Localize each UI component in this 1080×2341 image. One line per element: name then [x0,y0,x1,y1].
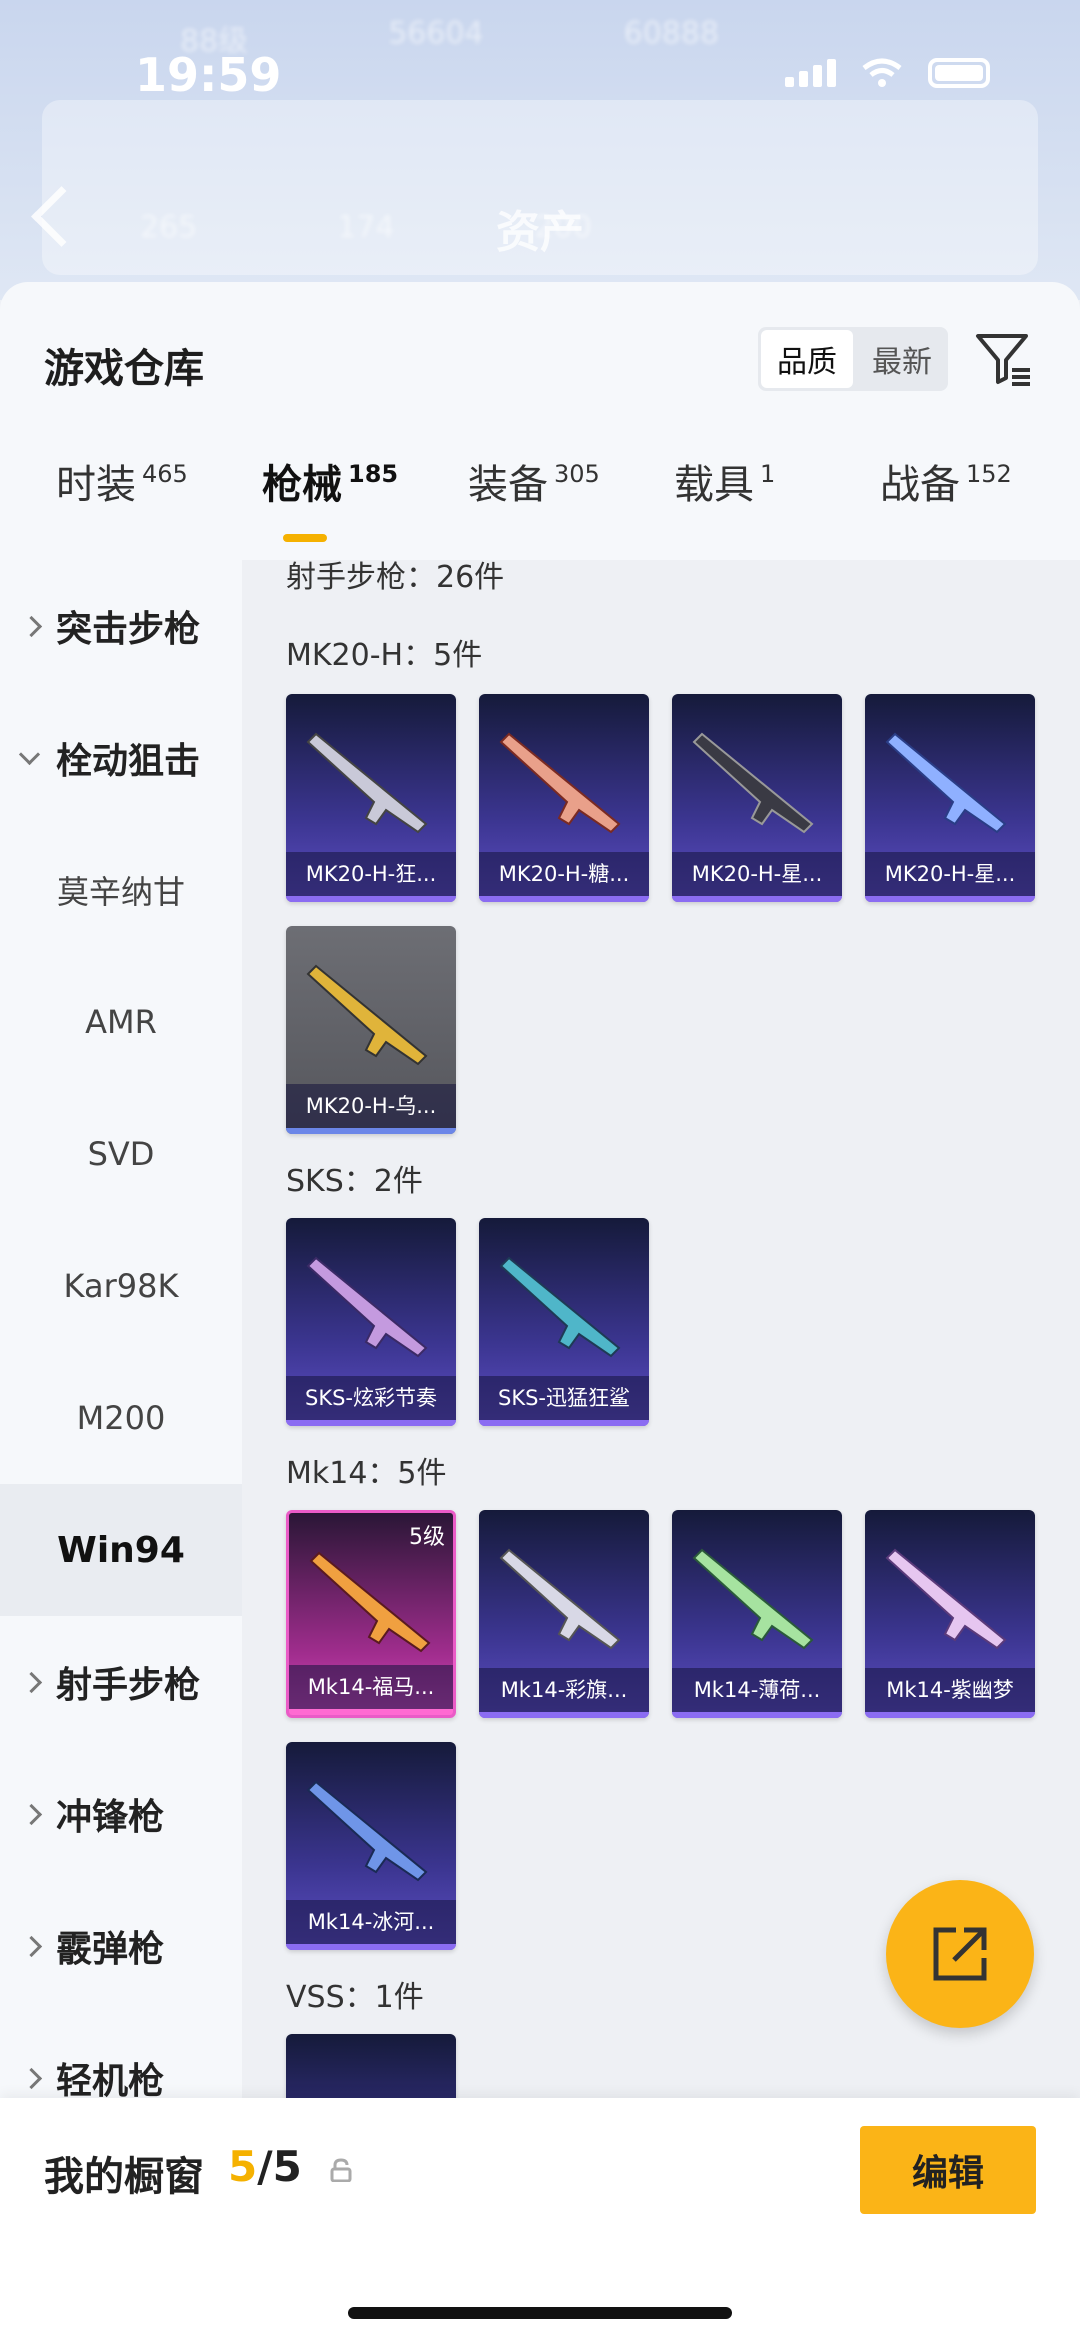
sort-latest-button[interactable]: 最新 [856,327,948,391]
page-title-blurred: 资产 [496,207,584,258]
rifle-icon [306,1256,428,1358]
lock-icon [330,2158,352,2182]
tab-equipment[interactable]: 装备 305 [468,452,600,510]
skin-card[interactable]: Mk14-薄荷... [672,1510,842,1718]
skin-card[interactable]: MK20-H-星... [672,694,842,902]
showcase-count: 5/5 [228,2142,302,2191]
tab-firearms[interactable]: 枪械 185 [262,452,398,510]
skin-card[interactable]: Mk14-紫幽梦 [865,1510,1035,1718]
skin-name: SKS-迅猛狂鲨 [479,1376,649,1420]
skin-name: Mk14-冰河... [286,1900,456,1944]
section-header: 射手步枪：26件 [286,560,505,595]
active-tab-indicator [283,534,327,542]
showcase-count-max: 5 [272,2142,302,2191]
sort-quality-button[interactable]: 品质 [761,330,853,388]
signal-icon [785,59,836,87]
skin-name: SKS-炫彩节奏 [286,1376,456,1420]
filter-icon[interactable] [974,330,1032,388]
sidebar-item-amr[interactable]: AMR [0,956,242,1088]
home-indicator [348,2307,732,2319]
skin-card[interactable]: SKS-炫彩节奏 [286,1218,456,1426]
edit-button[interactable]: 编辑 [860,2126,1036,2214]
blurred-level: 88级 [180,24,249,59]
rifle-icon [309,1551,431,1653]
showcase-count-current: 5 [228,2142,258,2191]
sort-toggle: 品质 最新 [758,327,948,391]
blurred-stat-d: 174 [337,210,395,245]
sidebar-item-svd[interactable]: SVD [0,1088,242,1220]
sidebar-item-smg[interactable]: 冲锋枪 [0,1748,242,1880]
tab-battle-prep[interactable]: 战备 152 [880,452,1012,510]
skin-name: MK20-H-星... [865,852,1035,896]
sidebar-item-shotgun[interactable]: 霰弹枪 [0,1880,242,2012]
blurred-stat-c: 265 [140,210,198,245]
skin-card[interactable]: SKS-迅猛狂鲨 [479,1218,649,1426]
category-tabs: 时装 465 枪械 185 装备 305 载具 1 战备 152 [0,452,1080,542]
skin-name: MK20-H-乌... [286,1084,456,1128]
rifle-icon [885,1548,1007,1650]
skin-name: MK20-H-糖... [479,852,649,896]
rifle-icon [306,964,428,1066]
showcase-label: 我的橱窗 [44,2154,204,2200]
sidebar-item-bolt-sniper[interactable]: 栓动狙击 [0,692,242,824]
skin-card[interactable]: 5级 Mk14-福马... [286,1510,456,1718]
showcase-bar: 我的橱窗 5/5 编辑 [0,2098,1080,2341]
group-title-mk20: MK20-H：5件 [286,638,483,673]
rifle-icon [306,1780,428,1882]
skin-name: Mk14-彩旗... [479,1668,649,1712]
skin-card[interactable]: Mk14-冰河... [286,1742,456,1950]
skin-card[interactable] [286,2034,456,2100]
sidebar-item-assault-rifle[interactable]: 突击步枪 [0,560,242,692]
blurred-stats-row: 88级 56604 60888 [180,16,719,60]
skin-card[interactable]: MK20-H-狂... [286,694,456,902]
status-icons [785,58,990,88]
rifle-icon [692,732,814,834]
sheet-title: 游戏仓库 [44,346,204,392]
sidebar-item-m200[interactable]: M200 [0,1352,242,1484]
sidebar-item-kar98k[interactable]: Kar98K [0,1220,242,1352]
rifle-icon [885,732,1007,834]
background-header: 19:59 88级 56604 60888 265 174 200 资产 [0,0,1080,300]
group-title-mk14: Mk14：5件 [286,1456,447,1491]
skin-name: Mk14-薄荷... [672,1668,842,1712]
blurred-stat-b: 60888 [623,16,720,51]
showcase-count-separator: / [257,2142,273,2191]
blurred-stat-a: 56604 [388,16,484,51]
rifle-icon [499,732,621,834]
tab-vehicles[interactable]: 载具 1 [674,452,775,510]
skin-grid-panel: 射手步枪：26件 MK20-H：5件 MK20-H-狂... MK20-H-糖.… [242,560,1080,2100]
skin-name: Mk14-紫幽梦 [865,1668,1035,1712]
weapon-category-sidebar: 突击步枪 栓动狙击 莫辛纳甘 AMR SVD Kar98K M200 Win94… [0,560,242,2102]
rifle-icon [692,1548,814,1650]
share-button[interactable] [886,1880,1034,2028]
skin-name: Mk14-福马... [289,1665,453,1709]
skin-card[interactable]: MK20-H-糖... [479,694,649,902]
skin-name: MK20-H-星... [672,852,842,896]
rifle-icon [306,732,428,834]
skin-card[interactable]: Mk14-彩旗... [479,1510,649,1718]
sidebar-item-mosin[interactable]: 莫辛纳甘 [0,824,242,956]
skin-card[interactable]: MK20-H-乌... [286,926,456,1134]
sidebar-item-win94[interactable]: Win94 [0,1484,242,1616]
rifle-icon [499,1548,621,1650]
sidebar-item-marksman-rifle[interactable]: 射手步枪 [0,1616,242,1748]
skin-card[interactable]: MK20-H-星... [865,694,1035,902]
group-title-sks: SKS：2件 [286,1164,423,1199]
group-title-vss: VSS：1件 [286,1980,424,2015]
external-link-icon [933,1927,987,1981]
battery-icon [928,58,990,88]
wifi-icon [862,58,902,87]
skin-name: MK20-H-狂... [286,852,456,896]
rifle-icon [499,1256,621,1358]
tab-fashion[interactable]: 时装 465 [56,452,188,510]
